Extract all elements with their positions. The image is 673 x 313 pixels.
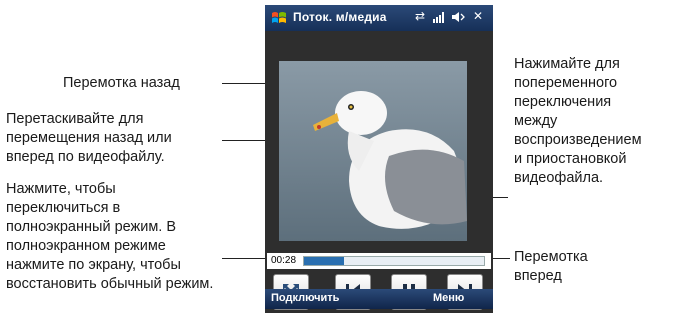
softkey-bar: Подключить Меню: [265, 289, 493, 309]
title-bar: Поток. м/медиа ⇄ ✕: [265, 5, 493, 31]
softkey-menu[interactable]: Меню: [433, 292, 464, 304]
annotation-fullscreen-line: восстановить обычный режим.: [6, 276, 214, 292]
annotation-play-line: видеофайла.: [514, 170, 604, 186]
seek-bar-fill: [304, 257, 344, 265]
annotation-play-pause: Нажимайте для попеременного переключения…: [514, 55, 642, 188]
annotation-fullscreen-line: Нажмите, чтобы: [6, 181, 116, 197]
signal-icon[interactable]: [433, 11, 447, 23]
annotation-forward-line: вперед: [514, 268, 562, 284]
media-player: 00:28: [265, 31, 493, 313]
annotation-forward: Перемотка вперед: [514, 248, 588, 286]
softkey-connect[interactable]: Подключить: [271, 292, 339, 304]
video-image-seagull: [279, 61, 467, 241]
annotation-drag-line: Перетаскивайте для: [6, 111, 144, 127]
windows-flag-icon[interactable]: [271, 10, 287, 26]
volume-icon[interactable]: [451, 11, 465, 23]
annotation-forward-line: Перемотка: [514, 249, 588, 265]
annotation-rewind: Перемотка назад: [63, 75, 180, 91]
progress-area: 00:28: [267, 253, 491, 269]
annotation-fullscreen-line: переключиться в: [6, 200, 121, 216]
annotation-play-line: воспроизведением: [514, 132, 642, 148]
annotation-play-line: попеременного: [514, 75, 618, 91]
annotation-fullscreen-line: нажмите по экрану, чтобы: [6, 257, 181, 273]
elapsed-time: 00:28: [271, 255, 297, 266]
seek-bar[interactable]: [303, 256, 485, 266]
annotation-play-line: и приостановкой: [514, 151, 627, 167]
connectivity-icon[interactable]: ⇄: [415, 9, 425, 23]
close-icon[interactable]: ✕: [473, 9, 483, 23]
annotation-drag-line: вперед по видеофайлу.: [6, 149, 165, 165]
annotation-play-line: переключения: [514, 94, 612, 110]
video-frame[interactable]: [279, 61, 467, 241]
annotation-drag-line: перемещения назад или: [6, 130, 172, 146]
annotation-fullscreen: Нажмите, чтобы переключиться в полноэкра…: [6, 180, 213, 294]
window-title: Поток. м/медиа: [293, 10, 387, 24]
annotation-drag: Перетаскивайте для перемещения назад или…: [6, 110, 172, 167]
annotation-fullscreen-line: полноэкранном режиме: [6, 238, 166, 254]
annotation-fullscreen-line: полноэкранный режим. В: [6, 219, 177, 235]
phone-screen: Поток. м/медиа ⇄ ✕ 00:28 Подключить Меню: [265, 5, 493, 313]
annotation-play-line: Нажимайте для: [514, 56, 620, 72]
annotation-play-line: между: [514, 113, 558, 129]
